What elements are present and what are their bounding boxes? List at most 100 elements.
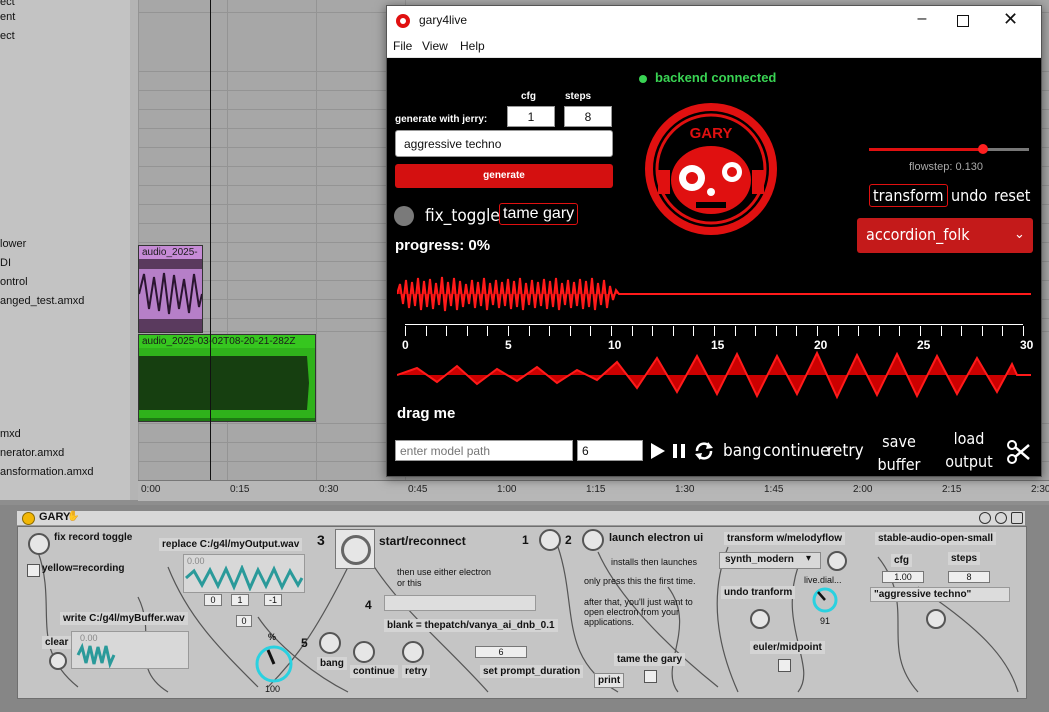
track-name[interactable]: DI (0, 257, 11, 269)
tame-gary-button[interactable]: tame gary (499, 203, 579, 225)
device-button-icon[interactable] (1011, 512, 1023, 524)
generate-button[interactable]: generate (395, 164, 613, 188)
set-prompt-duration-message[interactable]: set prompt_duration (480, 665, 584, 678)
number-box[interactable]: 1 (231, 594, 249, 606)
prompt-input[interactable] (395, 130, 613, 157)
steps-input[interactable] (564, 106, 612, 127)
axis-tick (425, 326, 427, 336)
device-power-toggle[interactable] (22, 512, 35, 525)
reset-button[interactable]: reset (994, 186, 1030, 205)
menu-view[interactable]: View (422, 39, 448, 53)
tame-the-gary-message[interactable]: tame the gary (614, 653, 686, 666)
steps-number[interactable]: 8 (948, 571, 990, 583)
track-name[interactable]: nerator.amxd (0, 447, 64, 459)
launch-electron-bang[interactable] (582, 529, 604, 551)
output-waveform[interactable] (397, 344, 1031, 406)
euler-toggle[interactable] (778, 659, 791, 672)
continue-label: continue (350, 665, 398, 678)
duration-input[interactable] (577, 440, 643, 461)
axis-tick (940, 326, 942, 336)
track-name[interactable]: ect (0, 30, 15, 42)
retry-button[interactable]: retry (827, 441, 864, 461)
preset-bang[interactable] (827, 551, 847, 571)
axis-tick (755, 326, 757, 336)
step-number: 2 (565, 533, 572, 547)
track-name[interactable]: mxd (0, 428, 21, 440)
transform-melodyflow-message[interactable]: transform w/melodyflow (724, 532, 846, 545)
live-dial[interactable] (810, 585, 840, 615)
axis-tick (775, 326, 777, 336)
device-button-icon[interactable] (979, 512, 991, 524)
playhead[interactable] (210, 0, 211, 480)
load-output-button[interactable]: load output (945, 427, 993, 473)
clear-button[interactable]: clear (42, 636, 72, 649)
input-buffer-display[interactable]: 0.00 (71, 631, 189, 669)
prompt-message[interactable]: "aggressive techno" (870, 587, 1010, 602)
continue-bang[interactable] (353, 641, 375, 663)
model-path-input[interactable] (395, 440, 573, 461)
clear-bang[interactable] (49, 652, 67, 670)
maximize-icon[interactable] (957, 15, 969, 27)
generate-with-label: generate with jerry: (395, 114, 488, 125)
save-buffer-button[interactable]: save buffer (877, 430, 921, 476)
record-toggle[interactable] (27, 564, 40, 577)
print-object[interactable]: print (594, 673, 625, 688)
undo-bang[interactable] (750, 609, 770, 629)
play-icon[interactable] (649, 441, 667, 461)
prompt-duration-number[interactable]: 6 (475, 646, 527, 658)
pause-icon[interactable] (671, 441, 687, 461)
track-name[interactable]: ent (0, 11, 15, 23)
euler-midpoint-message[interactable]: euler/midpoint (750, 641, 825, 654)
axis-tick (1002, 326, 1004, 336)
minimize-icon[interactable]: – (907, 6, 937, 36)
start-reconnect-bang[interactable] (335, 529, 375, 569)
track-name[interactable]: ect (0, 0, 15, 8)
track-name[interactable]: lower (0, 238, 26, 250)
audio-clip[interactable]: audio_2025- (138, 245, 203, 333)
menu-file[interactable]: File (393, 39, 412, 53)
tame-toggle[interactable] (644, 670, 657, 683)
number-box[interactable]: -1 (264, 594, 282, 606)
undo-button[interactable]: undo (951, 186, 987, 205)
stable-audio-bang[interactable] (926, 609, 946, 629)
menu-help[interactable]: Help (460, 39, 485, 53)
panel-divider[interactable] (130, 0, 138, 500)
scissors-icon[interactable] (1007, 440, 1031, 464)
fix-record-bang[interactable] (28, 533, 50, 555)
cfg-input[interactable] (507, 106, 555, 127)
number-box[interactable]: 0 (236, 615, 252, 627)
output-buffer-display[interactable]: 0.00 (183, 554, 305, 593)
cfg-number[interactable]: 1.00 (882, 571, 924, 583)
device-button-icon[interactable] (995, 512, 1007, 524)
window-titlebar[interactable]: gary4live – ✕ (387, 6, 1041, 36)
step-1-bang[interactable] (539, 529, 561, 551)
input-waveform[interactable] (397, 266, 1031, 322)
preset-select[interactable]: accordion_folk ⌄ (857, 218, 1033, 253)
close-icon[interactable]: ✕ (1003, 9, 1018, 30)
continue-button[interactable]: continue (763, 441, 830, 461)
blank-message[interactable]: blank = thepatch/vanya_ai_dnb_0.1 (384, 619, 558, 632)
bang-button[interactable]: bang (723, 441, 762, 461)
replace-output-label[interactable]: replace C:/g4l/myOutput.wav (159, 538, 303, 551)
flowstep-slider-thumb[interactable] (977, 144, 988, 154)
track-name[interactable]: ontrol (0, 276, 28, 288)
track-name[interactable]: ansformation.amxd (0, 466, 94, 478)
preset-menu[interactable]: synth_modern ▾ (719, 552, 821, 569)
transform-button[interactable]: transform (869, 184, 948, 207)
track-name[interactable]: anged_test.amxd (0, 295, 84, 307)
bang-button[interactable] (319, 632, 341, 654)
fix-toggle-switch[interactable] (394, 206, 414, 226)
refresh-icon[interactable] (693, 440, 715, 462)
retry-bang[interactable] (402, 641, 424, 663)
number-box[interactable]: 0 (204, 594, 222, 606)
write-buffer-label[interactable]: write C:/g4l/myBuffer.wav (60, 612, 188, 625)
flowstep-slider-track[interactable] (869, 148, 1029, 151)
dropdown-arrow-icon: ▾ (806, 553, 812, 564)
undo-transform-message[interactable]: undo tranform (721, 586, 796, 599)
timeline-ruler[interactable]: 0:00 0:15 0:30 0:45 1:00 1:15 1:30 1:45 … (138, 480, 1049, 501)
volume-dial[interactable] (252, 642, 296, 686)
audio-clip[interactable]: audio_2025-03-02T08-20-21-282Z (138, 334, 316, 422)
stable-audio-message[interactable]: stable-audio-open-small (875, 532, 997, 545)
model-message-box[interactable] (384, 595, 536, 611)
drag-me-label[interactable]: drag me (397, 405, 455, 422)
